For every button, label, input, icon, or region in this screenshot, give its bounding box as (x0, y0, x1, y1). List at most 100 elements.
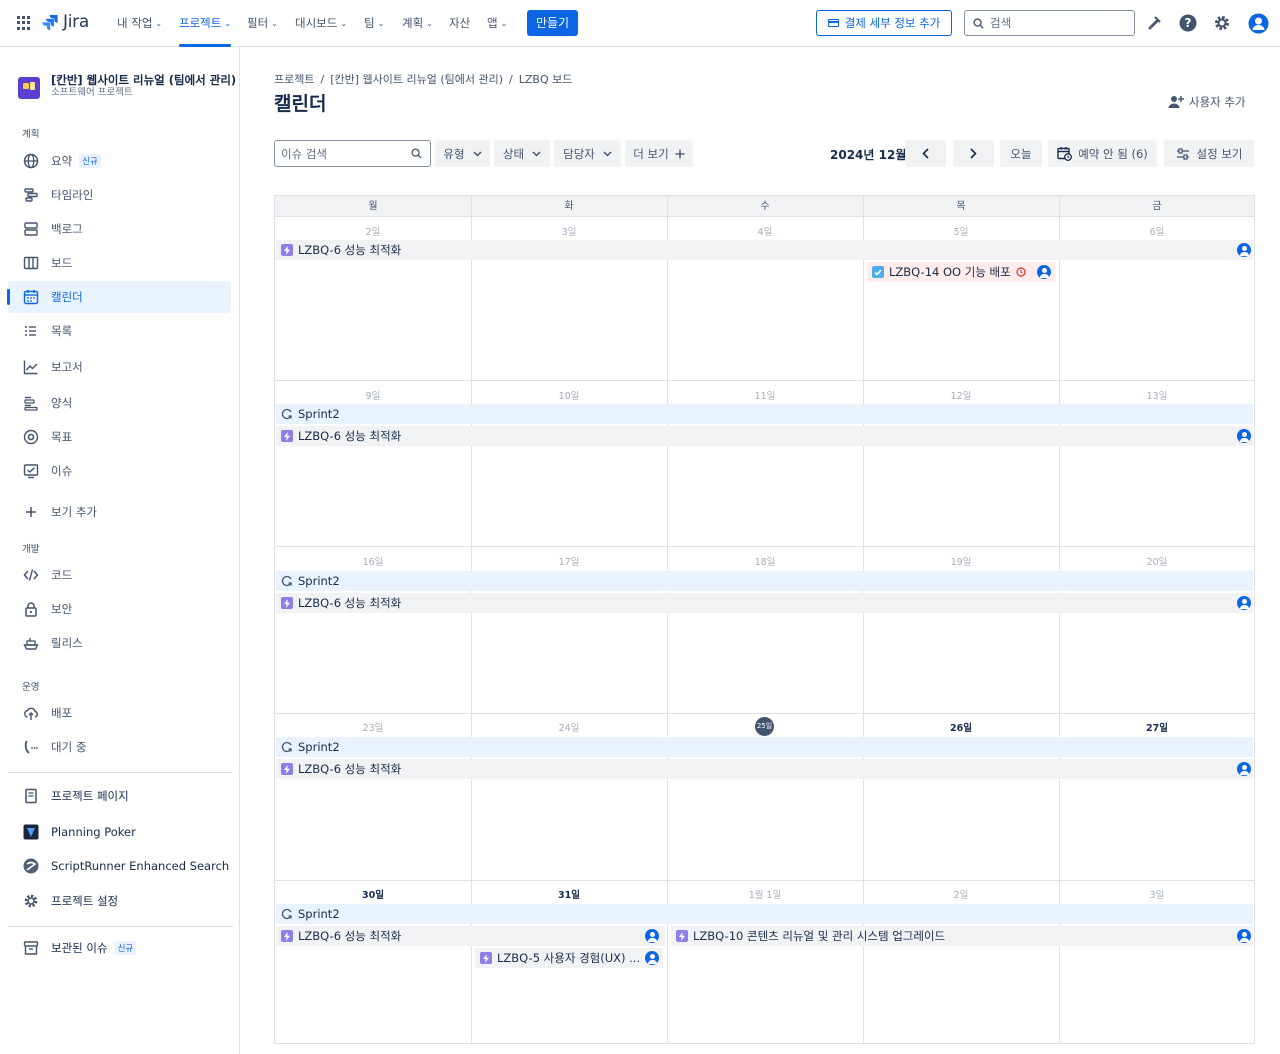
filter-type-dropdown[interactable]: 유형 (435, 140, 490, 167)
sprint-bar[interactable]: Sprint2 (276, 571, 1253, 591)
day-cell-label[interactable]: 4일 (667, 224, 863, 238)
sidebar-item-summary[interactable]: 요약 신규 (8, 145, 231, 177)
day-cell-label[interactable]: 2일 (863, 887, 1059, 901)
app-switcher-icon[interactable] (17, 16, 31, 30)
issue-bar-lzbq-5[interactable]: LZBQ-5 사용자 경험(UX) ... (475, 948, 663, 968)
breadcrumb-projects[interactable]: 프로젝트 (274, 73, 314, 86)
issue-bar-lzbq-6[interactable]: LZBQ-6 성능 최적화 (276, 240, 1253, 260)
day-cell-label[interactable]: 18일 (667, 554, 863, 568)
settings-gear-icon[interactable] (1212, 13, 1232, 33)
sidebar-item-reports[interactable]: 보고서 (8, 351, 231, 383)
day-cell-label[interactable]: 16일 (275, 554, 471, 568)
sidebar-item-board[interactable]: 보드 (8, 247, 231, 279)
assignee-avatar-icon[interactable] (1037, 265, 1051, 279)
today-marker[interactable]: 25일 (755, 717, 774, 736)
svg-text:?: ? (1185, 16, 1192, 30)
sidebar-item-timeline[interactable]: 타임라인 (8, 179, 231, 211)
sidebar-item-on-call[interactable]: 대기 중 (8, 731, 231, 763)
nav-plans[interactable]: 계획 ⌄ (402, 15, 433, 31)
sidebar-item-issues[interactable]: 이슈 (8, 455, 231, 487)
sidebar-item-deployments[interactable]: 배포 (8, 697, 231, 729)
sidebar-item-archived-issues[interactable]: 보관된 이슈 신규 (8, 932, 231, 964)
day-cell-label[interactable]: 3일 (471, 224, 667, 238)
nav-projects[interactable]: 프로젝트 ⌄ (179, 15, 232, 47)
unscheduled-button[interactable]: 예약 안 됨 (6) (1048, 140, 1157, 167)
day-cell-label[interactable]: 17일 (471, 554, 667, 568)
day-cell-label[interactable]: 1월 1일 (667, 887, 863, 901)
global-search-input[interactable]: 검색 (964, 10, 1135, 36)
day-cell-label[interactable]: 11일 (667, 388, 863, 402)
jira-logo[interactable]: Jira (42, 12, 89, 32)
breadcrumb-project[interactable]: [칸반] 웹사이트 리뉴얼 (팀에서 관리) (330, 73, 503, 86)
assignee-avatar-icon[interactable] (1237, 762, 1251, 776)
week-divider (275, 380, 1254, 381)
day-cell-label[interactable]: 26일 (863, 720, 1059, 734)
issue-bar-lzbq-6[interactable]: LZBQ-6 성능 최적화 (276, 759, 1253, 779)
assignee-avatar-icon[interactable] (1237, 596, 1251, 610)
nav-filters[interactable]: 필터 ⌄ (247, 15, 278, 31)
help-icon[interactable]: ? (1178, 13, 1198, 33)
assignee-avatar-icon[interactable] (1237, 929, 1251, 943)
issue-bar-lzbq-14[interactable]: LZBQ-14 OO 기능 배포 (867, 262, 1055, 282)
sidebar-item-forms[interactable]: 양식 (8, 387, 231, 419)
sidebar-item-add-view[interactable]: 보기 추가 (8, 496, 231, 528)
assignee-avatar-icon[interactable] (1237, 243, 1251, 257)
day-cell-label[interactable]: 6일 (1059, 224, 1255, 238)
sidebar-item-backlog[interactable]: 백로그 (8, 213, 231, 245)
sidebar-item-scriptrunner[interactable]: ScriptRunner Enhanced Search (8, 850, 231, 882)
nav-assets[interactable]: 자산 (449, 15, 470, 31)
day-cell-label[interactable]: 27일 (1059, 720, 1255, 734)
sidebar-item-planning-poker[interactable]: Planning Poker (8, 816, 231, 848)
day-cell-label[interactable]: 12일 (863, 388, 1059, 402)
next-month-button[interactable] (953, 140, 994, 167)
day-cell-label[interactable]: 31일 (471, 887, 667, 901)
today-button[interactable]: 오늘 (1000, 140, 1042, 167)
add-billing-details-button[interactable]: 결제 세부 정보 추가 (816, 10, 952, 36)
filter-status-dropdown[interactable]: 상태 (494, 140, 550, 167)
sidebar-item-code[interactable]: 코드 (8, 559, 231, 591)
day-cell-label[interactable]: 13일 (1059, 388, 1255, 402)
issue-bar-lzbq-6[interactable]: LZBQ-6 성능 최적화 (276, 426, 1253, 446)
add-user-button[interactable]: 사용자 추가 (1168, 94, 1246, 110)
issue-search-input[interactable]: 이슈 검색 (274, 140, 431, 167)
day-cell-label[interactable]: 30일 (275, 887, 471, 901)
sidebar-item-security[interactable]: 보안 (8, 593, 231, 625)
assignee-avatar-icon[interactable] (645, 929, 659, 943)
assignee-avatar-icon[interactable] (1237, 429, 1251, 443)
sidebar-item-project-pages[interactable]: 프로젝트 페이지 (8, 780, 231, 812)
issue-bar-lzbq-10[interactable]: LZBQ-10 콘텐츠 리뉴얼 및 관리 시스템 업그레이드 (671, 926, 1253, 946)
day-cell-label[interactable]: 24일 (471, 720, 667, 734)
day-cell-label[interactable]: 5일 (863, 224, 1059, 238)
issue-bar-lzbq-6[interactable]: LZBQ-6 성능 최적화 (276, 926, 665, 946)
sidebar-item-calendar[interactable]: 캘린더 (7, 281, 231, 313)
nav-apps[interactable]: 앱 ⌄ (487, 15, 507, 31)
breadcrumb-board[interactable]: LZBQ 보드 (519, 73, 573, 86)
view-settings-button[interactable]: 설정 보기 (1164, 140, 1254, 167)
nav-my-work[interactable]: 내 작업 ⌄ (117, 15, 162, 31)
previous-month-button[interactable] (905, 140, 946, 167)
sidebar-item-project-settings[interactable]: 프로젝트 설정 (8, 885, 231, 917)
sprint-bar[interactable]: Sprint2 (276, 737, 1253, 757)
sidebar-item-releases[interactable]: 릴리스 (8, 627, 231, 659)
day-cell-label[interactable]: 3일 (1059, 887, 1255, 901)
issue-bar-lzbq-6[interactable]: LZBQ-6 성능 최적화 (276, 593, 1253, 613)
filter-assignee-dropdown[interactable]: 담당자 (554, 140, 621, 167)
more-filters-button[interactable]: 더 보기 (625, 140, 693, 167)
day-cell-label[interactable]: 2일 (275, 224, 471, 238)
sidebar-item-goals[interactable]: 목표 (8, 421, 231, 453)
sprint-bar[interactable]: Sprint2 (276, 904, 1253, 924)
create-button[interactable]: 만들기 (527, 10, 578, 36)
day-cell-label[interactable]: 10일 (471, 388, 667, 402)
project-header[interactable]: [칸반] 웹사이트 리뉴얼 (팀에서 관리) 소프트웨어 프로젝트 (18, 73, 236, 99)
sprint-bar[interactable]: Sprint2 (276, 404, 1253, 424)
notifications-icon[interactable] (1144, 13, 1164, 33)
assignee-avatar-icon[interactable] (645, 951, 659, 965)
nav-dashboards[interactable]: 대시보드 ⌄ (295, 15, 347, 31)
day-cell-label[interactable]: 23일 (275, 720, 471, 734)
profile-avatar-icon[interactable] (1247, 12, 1269, 34)
nav-teams[interactable]: 팀 ⌄ (364, 15, 384, 31)
day-cell-label[interactable]: 19일 (863, 554, 1059, 568)
day-cell-label[interactable]: 9일 (275, 388, 471, 402)
day-cell-label[interactable]: 20일 (1059, 554, 1255, 568)
sidebar-item-list[interactable]: 목록 (8, 315, 231, 347)
